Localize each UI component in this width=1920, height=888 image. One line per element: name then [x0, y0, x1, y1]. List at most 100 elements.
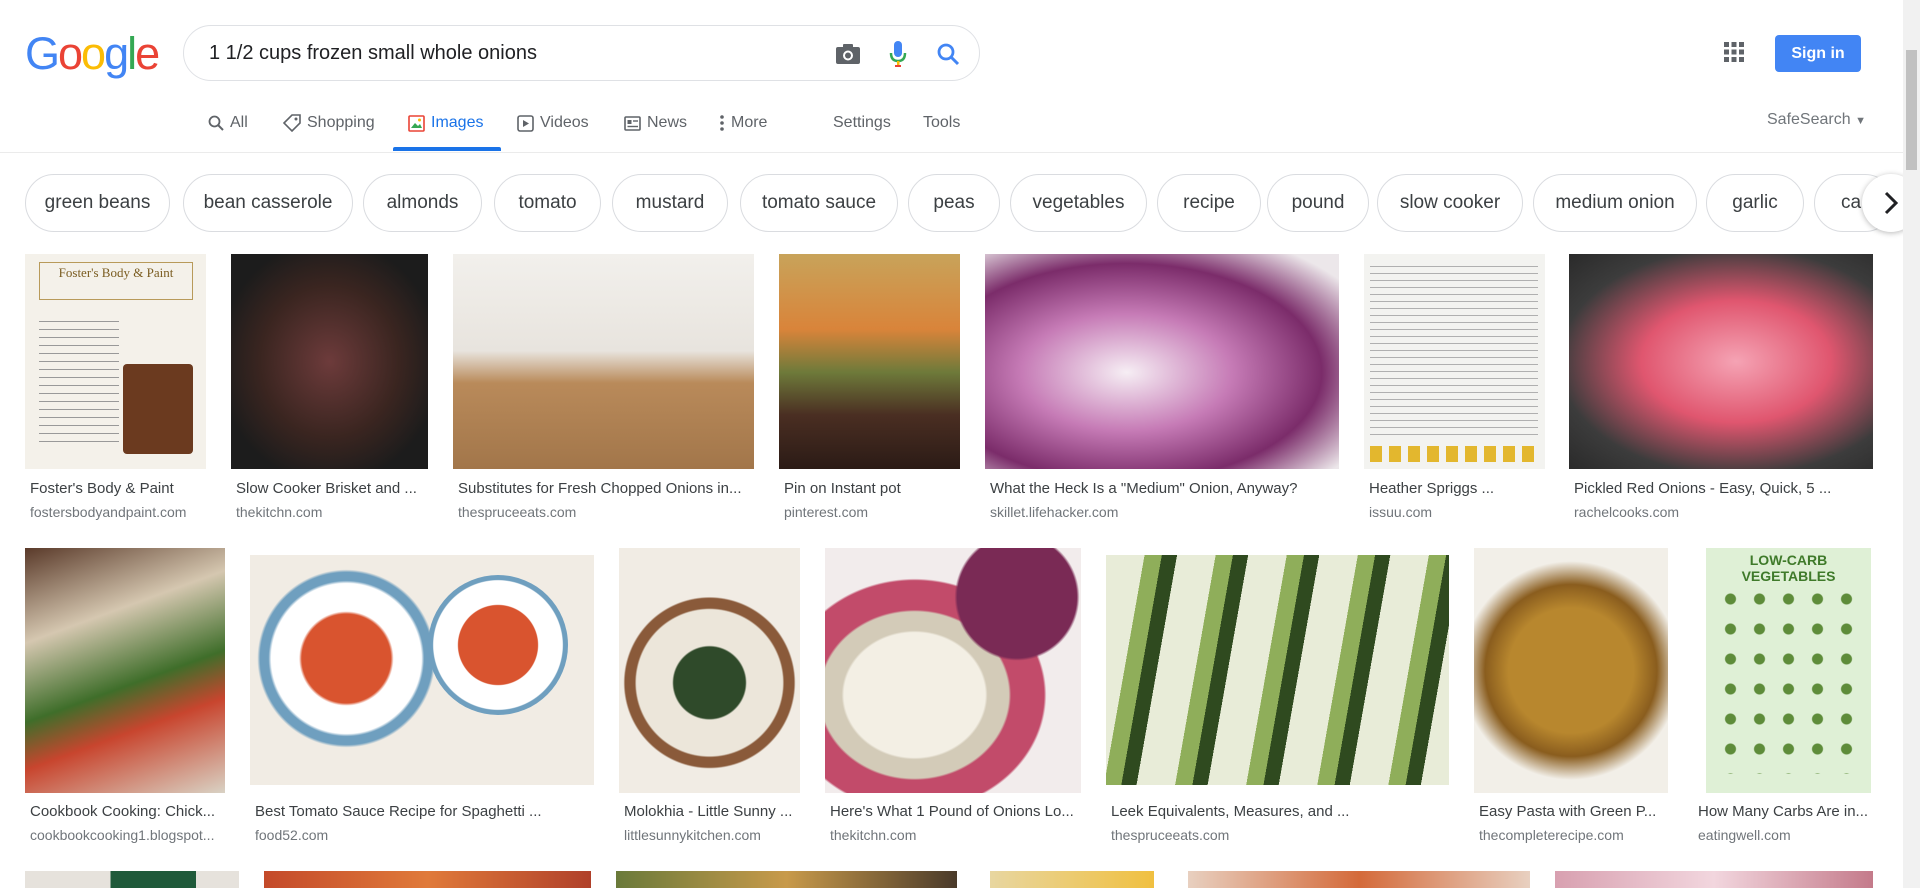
- result-thumbnail[interactable]: [231, 254, 428, 469]
- result-thumbnail[interactable]: [825, 548, 1081, 793]
- search-input[interactable]: 1 1/2 cups frozen small whole onions: [209, 42, 537, 65]
- image-result[interactable]: Pickled Red Onions - Easy, Quick, 5 ... …: [1569, 254, 1873, 529]
- result-title[interactable]: Here's What 1 Pound of Onions Lo...: [830, 803, 1080, 820]
- image-result[interactable]: Heather Spriggs ... issuu.com: [1364, 254, 1545, 529]
- image-result[interactable]: Slow Cooker Brisket and ... thekitchn.co…: [231, 254, 428, 529]
- result-thumbnail[interactable]: [779, 254, 960, 469]
- image-result[interactable]: Molokhia - Little Sunny ... littlesunnyk…: [619, 548, 800, 848]
- image-result[interactable]: Substitutes for Fresh Chopped Onions in.…: [453, 254, 754, 529]
- tab-shopping[interactable]: Shopping: [283, 114, 375, 132]
- result-source[interactable]: pinterest.com: [784, 504, 960, 520]
- result-thumbnail[interactable]: [1569, 254, 1873, 469]
- image-result[interactable]: Easy Pasta with Green P... thecompletere…: [1474, 548, 1668, 848]
- partial-thumbnail[interactable]: [990, 871, 1154, 888]
- search-box[interactable]: 1 1/2 cups frozen small whole onions: [183, 25, 980, 81]
- safesearch-label: SafeSearch: [1767, 111, 1851, 128]
- sign-in-button[interactable]: Sign in: [1775, 35, 1861, 72]
- image-result[interactable]: Best Tomato Sauce Recipe for Spaghetti .…: [250, 555, 594, 848]
- partial-thumbnail[interactable]: [1188, 871, 1530, 888]
- image-result[interactable]: Here's What 1 Pound of Onions Lo... thek…: [825, 548, 1081, 848]
- result-source[interactable]: thespruceeats.com: [458, 504, 753, 520]
- result-source[interactable]: littlesunnykitchen.com: [624, 827, 800, 843]
- result-source[interactable]: skillet.lifehacker.com: [990, 504, 1340, 520]
- result-title[interactable]: How Many Carbs Are in...: [1698, 803, 1874, 820]
- chip-medium-onion[interactable]: medium onion: [1533, 174, 1697, 232]
- search-icon[interactable]: [934, 40, 962, 68]
- text-lines: [1370, 260, 1538, 440]
- result-thumbnail[interactable]: [1106, 555, 1449, 785]
- tab-settings[interactable]: Settings: [833, 114, 891, 132]
- image-result[interactable]: LOW-CARB VEGETABLES How Many Carbs Are i…: [1693, 548, 1873, 848]
- safesearch-dropdown[interactable]: SafeSearch ▼: [1767, 111, 1866, 129]
- result-source[interactable]: issuu.com: [1369, 504, 1545, 520]
- tab-more[interactable]: More: [719, 114, 767, 132]
- result-source[interactable]: rachelcooks.com: [1574, 504, 1872, 520]
- partial-thumbnail[interactable]: [25, 871, 239, 888]
- result-title[interactable]: Molokhia - Little Sunny ...: [624, 803, 800, 820]
- result-source[interactable]: cookbookcooking1.blogspot...: [30, 827, 225, 843]
- result-thumbnail[interactable]: [250, 555, 594, 785]
- google-logo[interactable]: Google: [25, 28, 160, 79]
- tab-all[interactable]: All: [208, 114, 248, 132]
- result-thumbnail[interactable]: [985, 254, 1339, 469]
- result-source[interactable]: food52.com: [255, 827, 595, 843]
- tab-news[interactable]: News: [624, 114, 687, 132]
- chip-green-beans[interactable]: green beans: [25, 174, 170, 232]
- result-thumbnail[interactable]: [1364, 254, 1545, 469]
- result-title[interactable]: Heather Spriggs ...: [1369, 480, 1545, 497]
- camera-icon[interactable]: [834, 41, 862, 67]
- result-source[interactable]: thekitchn.com: [830, 827, 1080, 843]
- result-source[interactable]: thespruceeats.com: [1111, 827, 1451, 843]
- result-title[interactable]: Easy Pasta with Green P...: [1479, 803, 1669, 820]
- chip-bean-casserole[interactable]: bean casserole: [183, 174, 353, 232]
- chip-tomato[interactable]: tomato: [494, 174, 601, 232]
- tab-tools[interactable]: Tools: [923, 114, 960, 132]
- result-title[interactable]: Cookbook Cooking: Chick...: [30, 803, 225, 820]
- tab-images[interactable]: Images: [408, 114, 483, 132]
- tab-label: News: [647, 114, 688, 131]
- result-title[interactable]: What the Heck Is a "Medium" Onion, Anywa…: [990, 480, 1340, 497]
- result-title[interactable]: Pin on Instant pot: [784, 480, 960, 497]
- result-title[interactable]: Leek Equivalents, Measures, and ...: [1111, 803, 1451, 820]
- result-title[interactable]: Best Tomato Sauce Recipe for Spaghetti .…: [255, 803, 595, 820]
- scrollbar-thumb[interactable]: [1906, 50, 1917, 170]
- image-result[interactable]: Leek Equivalents, Measures, and ... thes…: [1106, 555, 1449, 848]
- image-result[interactable]: What the Heck Is a "Medium" Onion, Anywa…: [985, 254, 1339, 529]
- image-result[interactable]: Pin on Instant pot pinterest.com: [779, 254, 960, 529]
- chip-mustard[interactable]: mustard: [612, 174, 728, 232]
- logo-letter: g: [104, 28, 129, 79]
- result-source[interactable]: eatingwell.com: [1698, 827, 1874, 843]
- chip-pound[interactable]: pound: [1267, 174, 1369, 232]
- chip-tomato-sauce[interactable]: tomato sauce: [740, 174, 898, 232]
- microphone-icon[interactable]: [887, 39, 909, 69]
- chip-recipe[interactable]: recipe: [1157, 174, 1261, 232]
- result-source[interactable]: thecompleterecipe.com: [1479, 827, 1669, 843]
- partial-thumbnail[interactable]: [264, 871, 591, 888]
- logo-letter: G: [25, 28, 60, 79]
- result-thumbnail[interactable]: [25, 548, 225, 793]
- result-thumbnail[interactable]: [619, 548, 800, 793]
- result-title[interactable]: Substitutes for Fresh Chopped Onions in.…: [458, 480, 753, 497]
- chip-almonds[interactable]: almonds: [363, 174, 482, 232]
- chip-garlic[interactable]: garlic: [1706, 174, 1804, 232]
- result-title[interactable]: Slow Cooker Brisket and ...: [236, 480, 426, 497]
- partial-thumbnail[interactable]: [616, 871, 957, 888]
- result-thumbnail[interactable]: Foster's Body & Paint: [25, 254, 206, 469]
- chip-peas[interactable]: peas: [908, 174, 1000, 232]
- result-source[interactable]: thekitchn.com: [236, 504, 426, 520]
- result-thumbnail[interactable]: [1474, 548, 1668, 793]
- result-source[interactable]: fostersbodyandpaint.com: [30, 504, 206, 520]
- tab-videos[interactable]: Videos: [517, 114, 589, 132]
- apps-grid-icon[interactable]: [1724, 42, 1744, 62]
- result-title[interactable]: Foster's Body & Paint: [30, 480, 206, 497]
- result-thumbnail[interactable]: [453, 254, 754, 469]
- result-thumbnail[interactable]: LOW-CARB VEGETABLES: [1706, 548, 1871, 793]
- chip-vegetables[interactable]: vegetables: [1010, 174, 1147, 232]
- chip-slow-cooker[interactable]: slow cooker: [1377, 174, 1523, 232]
- tab-label: Tools: [923, 114, 961, 131]
- image-result[interactable]: Foster's Body & Paint Foster's Body & Pa…: [25, 254, 206, 529]
- partial-thumbnail[interactable]: [1555, 871, 1873, 888]
- result-title[interactable]: Pickled Red Onions - Easy, Quick, 5 ...: [1574, 480, 1872, 497]
- tab-label: More: [731, 114, 768, 131]
- image-result[interactable]: Cookbook Cooking: Chick... cookbookcooki…: [25, 548, 225, 848]
